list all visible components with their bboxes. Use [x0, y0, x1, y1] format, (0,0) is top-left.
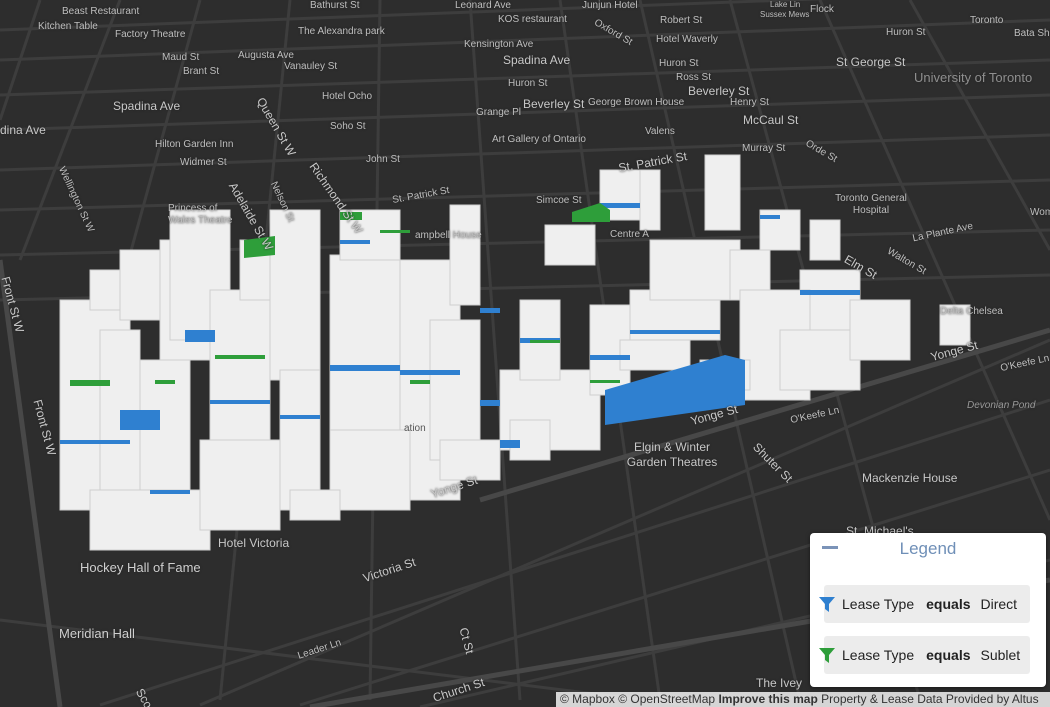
map-label: ampbell House	[415, 230, 482, 241]
map-label: Spadina Ave	[503, 53, 571, 67]
map-label: Devonian Pond	[967, 400, 1036, 411]
map-label: Vanauley St	[284, 61, 338, 72]
map-label: The Alexandra park	[298, 26, 385, 37]
map-label: Murray St	[742, 143, 786, 154]
map-label: Toronto	[970, 15, 1004, 26]
map-label: Henry St	[730, 97, 769, 108]
map-label: Huron St	[886, 27, 926, 38]
map-label: Bata Sho	[1014, 28, 1050, 39]
map-label: ation	[404, 423, 426, 434]
map-label: McCaul St	[743, 113, 799, 127]
map-label: Beast Restaurant	[62, 6, 140, 17]
legend-title: Legend	[899, 539, 957, 558]
map-label: Beverley St	[523, 97, 585, 111]
improve-map-link[interactable]: Improve this map	[718, 692, 817, 706]
map-label: Factory Theatre	[115, 29, 186, 40]
map-label: Delta Chelsea	[940, 306, 1003, 317]
map-label: Centre A	[610, 229, 649, 240]
filter-value: Sublet	[980, 647, 1021, 663]
map-label: Valens	[645, 126, 675, 137]
map-label: Hilton Garden Inn	[155, 139, 234, 150]
osm-link[interactable]: © OpenStreetMap	[618, 692, 715, 706]
map-label: Leonard Ave	[455, 0, 511, 11]
legend-panel: Legend Lease Type equals Direct Lease Ty…	[810, 533, 1046, 687]
legend-filter-sublet[interactable]: Lease Type equals Sublet	[819, 636, 1030, 674]
map-label: Flock	[810, 4, 834, 15]
map-label: Maud St	[162, 52, 200, 63]
map-label: Kitchen Table	[38, 21, 98, 32]
filter-operator: equals	[926, 647, 971, 663]
map-label: Princess of Wales Theatre	[168, 203, 233, 226]
map-label: KOS restaurant	[498, 14, 567, 25]
map-label: Art Gallery of Ontario	[492, 134, 586, 145]
map-label: Bathurst St	[310, 0, 360, 11]
map-label: Huron St	[508, 78, 548, 89]
map-label: Ross St	[676, 72, 712, 83]
map-label: Simcoe St	[536, 195, 582, 206]
map-label: Grange Pl	[476, 107, 522, 118]
map-label: Toronto General Hospital	[835, 193, 907, 216]
map-label: Brant St	[183, 66, 220, 77]
filter-icon	[819, 648, 835, 663]
map-label: Mackenzie House	[862, 471, 958, 485]
filter-operator: equals	[926, 596, 971, 612]
map-label: Junjun Hotel	[582, 0, 638, 11]
map-label: dina Ave	[0, 123, 46, 137]
filter-icon	[819, 597, 835, 612]
filter-field: Lease Type	[842, 647, 915, 663]
mapbox-link[interactable]: © Mapbox	[560, 692, 615, 706]
map-label: Hockey Hall of Fame	[80, 560, 201, 575]
map-label: St George St	[836, 55, 906, 69]
map-label: Huron St	[659, 58, 699, 69]
map-label: George Brown House	[588, 97, 685, 108]
map-label: University of Toronto	[914, 70, 1033, 85]
map-attribution: © Mapbox © OpenStreetMap Improve this ma…	[556, 692, 1050, 707]
map-label: The Ivey	[756, 676, 803, 690]
map-label: Kensington Ave	[464, 39, 534, 50]
map-label: Sussex Mews	[760, 10, 810, 19]
map-label: Soho St	[330, 121, 366, 132]
map-label: Spadina Ave	[113, 99, 181, 113]
map-label: Augusta Ave	[238, 50, 294, 61]
legend-filter-direct[interactable]: Lease Type equals Direct	[819, 585, 1030, 623]
map-label: Lake Lin	[770, 0, 801, 9]
map-label: Hotel Ocho	[322, 91, 373, 102]
filter-field: Lease Type	[842, 596, 915, 612]
map-label: Wom	[1030, 207, 1050, 218]
map-label: Widmer St	[180, 157, 227, 168]
map-label: Hotel Waverly	[656, 34, 718, 45]
map-label: Robert St	[660, 15, 703, 26]
map-label: Hotel Victoria	[218, 536, 290, 550]
data-credit: Property & Lease Data Provided by Altus	[821, 692, 1039, 706]
map-label: Elgin & Winter Garden Theatres	[626, 440, 718, 469]
map-label: Meridian Hall	[59, 626, 135, 641]
map-label: John St	[366, 154, 400, 165]
map-label: Beverley St	[688, 84, 750, 98]
filter-value: Direct	[980, 596, 1018, 612]
